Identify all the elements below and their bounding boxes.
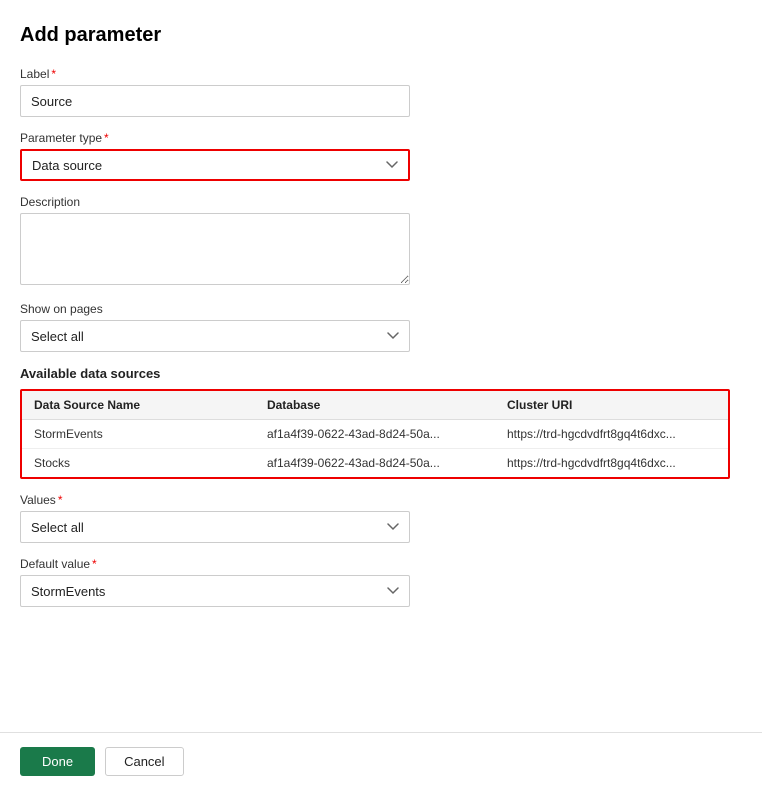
label-input[interactable] bbox=[20, 85, 410, 117]
default-value-label: Default value* bbox=[20, 557, 742, 571]
col-header-uri: Cluster URI bbox=[495, 391, 728, 420]
default-value-select[interactable]: StormEvents Stocks bbox=[20, 575, 410, 607]
parameter-type-select[interactable]: Data source String Number Boolean bbox=[20, 149, 410, 181]
col-header-database: Database bbox=[255, 391, 495, 420]
footer-bar: Done Cancel bbox=[0, 732, 762, 790]
cell-database: af1a4f39-0622-43ad-8d24-50a... bbox=[255, 420, 495, 449]
available-data-sources-group: Available data sources Data Source Name … bbox=[20, 366, 742, 479]
cell-name: Stocks bbox=[22, 449, 255, 478]
show-on-pages-wrapper: Select all bbox=[20, 320, 410, 352]
cell-uri: https://trd-hgcdvdfrt8gq4t6dxc... bbox=[495, 449, 728, 478]
values-select[interactable]: Select all bbox=[20, 511, 410, 543]
show-on-pages-label: Show on pages bbox=[20, 302, 742, 316]
parameter-type-label: Parameter type* bbox=[20, 131, 742, 145]
description-group: Description bbox=[20, 195, 742, 288]
values-group: Values* Select all bbox=[20, 493, 742, 543]
cell-uri: https://trd-hgcdvdfrt8gq4t6dxc... bbox=[495, 420, 728, 449]
show-on-pages-select[interactable]: Select all bbox=[20, 320, 410, 352]
default-value-group: Default value* StormEvents Stocks bbox=[20, 557, 742, 607]
description-textarea[interactable] bbox=[20, 213, 410, 285]
table-header-row: Data Source Name Database Cluster URI bbox=[22, 391, 728, 420]
parameter-type-wrapper: Data source String Number Boolean bbox=[20, 149, 410, 181]
values-wrapper: Select all bbox=[20, 511, 410, 543]
label-group: Label* bbox=[20, 67, 742, 117]
parameter-type-group: Parameter type* Data source String Numbe… bbox=[20, 131, 742, 181]
table-row[interactable]: StormEvents af1a4f39-0622-43ad-8d24-50a.… bbox=[22, 420, 728, 449]
label-field-label: Label* bbox=[20, 67, 742, 81]
available-data-sources-title: Available data sources bbox=[20, 366, 742, 381]
default-value-wrapper: StormEvents Stocks bbox=[20, 575, 410, 607]
cell-database: af1a4f39-0622-43ad-8d24-50a... bbox=[255, 449, 495, 478]
description-label: Description bbox=[20, 195, 742, 209]
show-on-pages-group: Show on pages Select all bbox=[20, 302, 742, 352]
data-sources-table-wrapper: Data Source Name Database Cluster URI St… bbox=[20, 389, 730, 479]
cell-name: StormEvents bbox=[22, 420, 255, 449]
col-header-name: Data Source Name bbox=[22, 391, 255, 420]
values-label: Values* bbox=[20, 493, 742, 507]
page-title: Add parameter bbox=[20, 24, 742, 47]
data-sources-table: Data Source Name Database Cluster URI St… bbox=[22, 391, 728, 477]
cancel-button[interactable]: Cancel bbox=[105, 747, 183, 776]
done-button[interactable]: Done bbox=[20, 747, 95, 776]
table-row[interactable]: Stocks af1a4f39-0622-43ad-8d24-50a... ht… bbox=[22, 449, 728, 478]
